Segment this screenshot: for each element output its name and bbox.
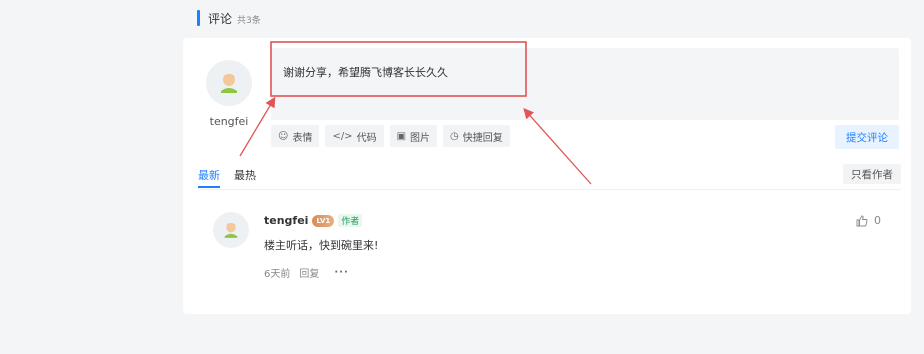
- tab-hottest[interactable]: 最热: [234, 167, 256, 183]
- image-label: 图片: [410, 132, 431, 144]
- comment-text: 楼主听话，快到碗里来!: [264, 239, 379, 252]
- quick-reply-label: 快捷回复: [462, 132, 503, 144]
- tab-latest[interactable]: 最新: [198, 167, 220, 188]
- comment-input[interactable]: 谢谢分享，希望腾飞博客长长久久: [271, 48, 899, 120]
- comments-section-header: 评论 共3条: [197, 9, 261, 27]
- commenter-avatar[interactable]: [213, 212, 249, 248]
- emoji-icon: ☺: [278, 130, 289, 142]
- like-button[interactable]: 0: [856, 214, 881, 227]
- level-badge: LV1: [312, 214, 335, 227]
- commenter-name[interactable]: tengfei: [264, 214, 308, 227]
- image-button[interactable]: ▣ 图片: [389, 125, 438, 147]
- emoji-button[interactable]: ☺ 表情: [271, 125, 320, 147]
- editor-toolbar: ☺ 表情 </> 代码 ▣ 图片 ◷ 快捷回复: [271, 125, 510, 147]
- comment-time: 6天前: [264, 269, 291, 280]
- thumbs-up-icon: [856, 215, 868, 226]
- comment-card: tengfei 谢谢分享，希望腾飞博客长长久久 ☺ 表情 </> 代码 ▣ 图片…: [183, 38, 911, 314]
- divider: [198, 189, 901, 190]
- comment-input-text: 谢谢分享，希望腾飞博客长长久久: [283, 66, 448, 79]
- like-count: 0: [874, 214, 881, 227]
- quick-reply-button[interactable]: ◷ 快捷回复: [443, 125, 510, 147]
- current-user-avatar: [206, 60, 252, 106]
- section-title: 评论: [208, 11, 233, 26]
- more-options-button[interactable]: ···: [334, 267, 348, 278]
- code-button[interactable]: </> 代码: [325, 125, 384, 147]
- comment-meta: 6天前 回复 ···: [264, 265, 349, 280]
- comment-count: 共3条: [237, 15, 261, 26]
- user-avatar-icon: [221, 74, 237, 93]
- commenter-avatar-icon: [224, 222, 238, 238]
- only-author-button[interactable]: 只看作者: [843, 164, 901, 184]
- submit-comment-button[interactable]: 提交评论: [835, 125, 899, 149]
- clock-icon: ◷: [450, 130, 459, 142]
- code-label: 代码: [356, 132, 377, 144]
- author-tag: 作者: [338, 214, 363, 227]
- emoji-label: 表情: [292, 132, 313, 144]
- sort-tabs: 最新 最热: [198, 167, 256, 188]
- current-username: tengfei: [209, 115, 249, 128]
- image-icon: ▣: [396, 130, 407, 142]
- code-icon: </>: [332, 130, 353, 142]
- comment-header: tengfei LV1 作者: [264, 214, 363, 227]
- reply-button[interactable]: 回复: [299, 265, 319, 280]
- section-accent-bar: [197, 10, 200, 26]
